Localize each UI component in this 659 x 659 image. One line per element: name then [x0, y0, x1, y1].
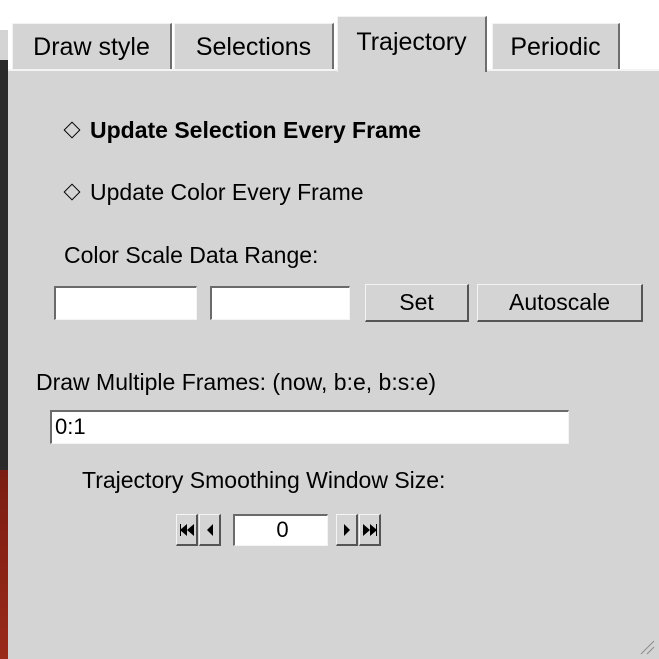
double-left-arrow-icon [179, 523, 194, 536]
first-frame-button[interactable] [176, 514, 198, 546]
left-arrow-icon [206, 523, 213, 536]
diamond-radio-icon[interactable] [63, 183, 81, 201]
last-frame-button[interactable] [359, 514, 381, 546]
update-selection-option[interactable]: Update Selection Every Frame [62, 114, 421, 146]
diamond-radio-icon[interactable] [63, 121, 81, 139]
color-scale-label: Color Scale Data Range: [64, 242, 319, 268]
multiple-frames-input[interactable]: 0:1 [50, 410, 569, 444]
vmd-graphical-representations-window: Draw style Selections Trajectory Periodi… [0, 0, 659, 659]
color-scale-max-input[interactable] [210, 286, 350, 320]
tab-draw-style[interactable]: Draw style [12, 23, 172, 69]
tab-trajectory[interactable]: Trajectory [337, 16, 487, 72]
next-frame-button[interactable] [336, 514, 358, 546]
update-color-option[interactable]: Update Color Every Frame [62, 176, 364, 208]
tab-selections[interactable]: Selections [174, 23, 334, 69]
right-arrow-icon [343, 523, 350, 536]
smoothing-label: Trajectory Smoothing Window Size: [82, 467, 446, 493]
autoscale-button[interactable]: Autoscale [477, 284, 643, 322]
window-left-edge [0, 0, 8, 659]
update-selection-label: Update Selection Every Frame [90, 116, 422, 143]
smoothing-window-input[interactable]: 0 [233, 514, 328, 546]
set-button[interactable]: Set [365, 284, 469, 322]
color-scale-min-input[interactable] [54, 286, 197, 320]
prev-frame-button[interactable] [199, 514, 221, 546]
update-color-label: Update Color Every Frame [90, 178, 364, 205]
resize-grip-icon[interactable] [637, 637, 655, 655]
tab-periodic[interactable]: Periodic [492, 23, 620, 69]
multiple-frames-label: Draw Multiple Frames: (now, b:e, b:s:e) [36, 369, 437, 395]
double-right-arrow-icon [362, 523, 377, 536]
